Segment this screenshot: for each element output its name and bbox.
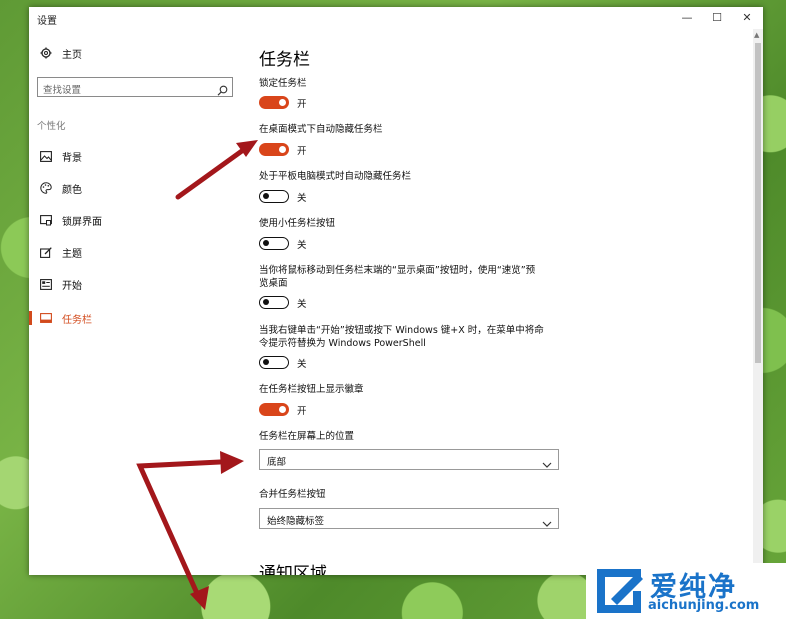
sidebar-item-colors[interactable]: 颜色 [39,178,82,198]
lockscreen-icon [39,213,53,227]
settings-window: 设置 — ☐ ✕ 主页 查找设置 个性化 背景 颜色 锁屏界面 主题 开始 任务… [29,7,763,575]
watermark-emblem-icon [597,569,643,613]
sidebar-item-label: 任务栏 [62,314,92,326]
toggle-state-text: 关 [297,299,307,310]
search-placeholder: 查找设置 [43,85,82,96]
gear-icon [39,46,53,60]
search-icon[interactable] [217,81,228,100]
watermark-logo: 爱纯净 aichunjing.com [586,563,786,619]
toggle-peek[interactable] [259,296,289,309]
scrollbar[interactable]: ▲ [753,29,763,575]
toggle-badges[interactable] [259,403,289,416]
picture-icon [39,149,53,163]
sidebar-item-background[interactable]: 背景 [39,146,82,166]
close-button[interactable]: ✕ [733,10,761,26]
sidebar-item-home[interactable]: 主页 [39,43,82,63]
sidebar-item-lockscreen[interactable]: 锁屏界面 [39,210,102,230]
section-label-personalization: 个性化 [37,121,66,132]
setting-label-powershell-line2: 令提示符替换为 Windows PowerShell [259,338,426,349]
toggle-knob [279,406,286,413]
sidebar-item-label: 开始 [62,280,82,292]
setting-label-peek: 当你将鼠标移动到任务栏末端的“显示桌面”按钮时，使用“速览”预 [259,265,536,276]
toggle-knob [263,299,269,305]
search-input[interactable]: 查找设置 [37,77,233,97]
minimize-button[interactable]: — [673,10,701,26]
main-content: 任务栏 锁定任务栏 开 在桌面模式下自动隐藏任务栏 开 处于平板电脑模式时自动隐… [259,29,729,575]
title-bar: 设置 — ☐ ✕ [29,7,763,29]
setting-label-position: 任务栏在屏幕上的位置 [259,431,355,442]
combine-dropdown[interactable]: 始终隐藏标签 [259,508,559,529]
scroll-up-arrow[interactable]: ▲ [754,31,759,39]
sidebar-home-label: 主页 [62,49,82,61]
toggle-knob [263,240,269,246]
watermark-url: aichunjing.com [648,598,760,613]
setting-label-autohide-desktop: 在桌面模式下自动隐藏任务栏 [259,124,383,135]
chevron-down-icon [542,454,552,473]
window-title: 设置 [37,16,57,27]
start-grid-icon [39,277,53,291]
sidebar: 主页 查找设置 个性化 背景 颜色 锁屏界面 主题 开始 任务栏 [29,29,239,575]
toggle-knob [279,146,286,153]
setting-label-combine: 合并任务栏按钮 [259,489,326,500]
chevron-down-icon [542,513,552,532]
toggle-state-text: 关 [297,359,307,370]
sidebar-item-taskbar[interactable]: 任务栏 [39,308,92,328]
sidebar-item-start[interactable]: 开始 [39,274,82,294]
position-dropdown[interactable]: 底部 [259,449,559,470]
toggle-knob [263,193,269,199]
toggle-powershell[interactable] [259,356,289,369]
maximize-button[interactable]: ☐ [703,10,731,26]
toggle-knob [263,359,269,365]
setting-label-lock-taskbar: 锁定任务栏 [259,78,307,89]
sidebar-item-label: 锁屏界面 [62,216,102,228]
page-title: 任务栏 [259,50,310,70]
toggle-state-text: 关 [297,193,307,204]
setting-label-badges: 在任务栏按钮上显示徽章 [259,384,364,395]
toggle-state-text: 关 [297,240,307,251]
setting-label-peek-line2: 览桌面 [259,278,288,289]
theme-brush-icon [39,245,53,259]
scrollbar-thumb[interactable] [755,43,761,363]
setting-label-powershell: 当我右键单击“开始”按钮或按下 Windows 键+X 时，在菜单中将命 [259,325,544,336]
setting-label-small-buttons: 使用小任务栏按钮 [259,218,336,229]
sidebar-item-label: 主题 [62,248,82,260]
setting-label-autohide-tablet: 处于平板电脑模式时自动隐藏任务栏 [259,171,412,182]
dropdown-value: 始终隐藏标签 [267,516,325,527]
dropdown-value: 底部 [267,457,287,468]
sidebar-item-themes[interactable]: 主题 [39,242,82,262]
toggle-state-text: 开 [297,99,307,110]
toggle-autohide-tablet[interactable] [259,190,289,203]
toggle-state-text: 开 [297,406,307,417]
toggle-lock-taskbar[interactable] [259,96,289,109]
active-indicator [29,311,32,325]
palette-icon [39,181,53,195]
taskbar-icon [39,311,53,325]
sidebar-item-label: 颜色 [62,184,82,196]
sidebar-item-label: 背景 [62,152,82,164]
toggle-knob [279,99,286,106]
toggle-small-buttons[interactable] [259,237,289,250]
notification-area-heading: 通知区域 [259,564,327,575]
toggle-autohide-desktop[interactable] [259,143,289,156]
toggle-state-text: 开 [297,146,307,157]
